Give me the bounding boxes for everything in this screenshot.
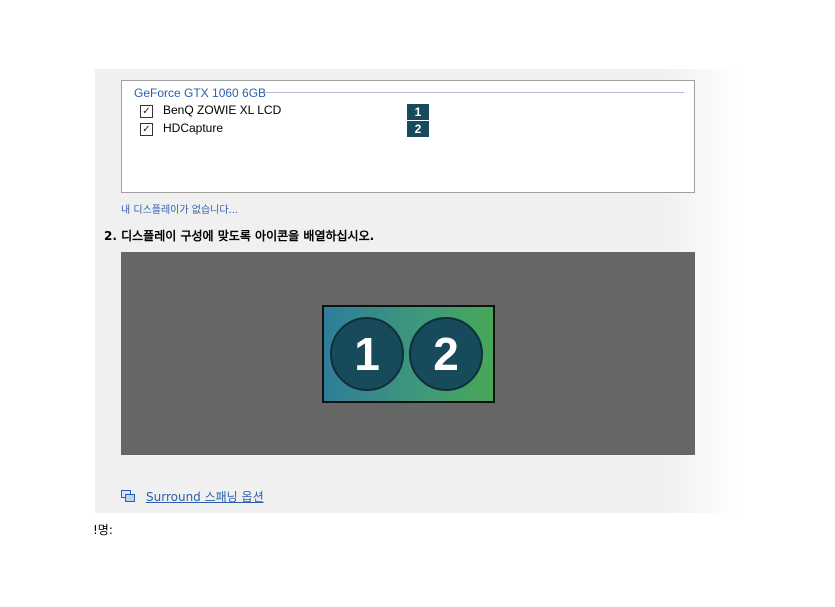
gpu-group-title: GeForce GTX 1060 6GB	[134, 86, 271, 100]
monitor-icon-1[interactable]: 1	[330, 317, 404, 391]
display-2-checkbox[interactable]: ✓	[140, 123, 153, 136]
step-2-title: 2. 디스플레이 구성에 맞도록 아이콘을 배열하십시오.	[104, 229, 375, 243]
monitor-icon-2[interactable]: 2	[409, 317, 483, 391]
surround-spanning-link[interactable]: Surround 스패닝 옵션	[121, 487, 321, 505]
missing-display-link[interactable]: 내 디스플레이가 없습니다...	[121, 201, 238, 216]
display-arrangement-canvas[interactable]: 1 2	[121, 252, 695, 455]
display-2-number-badge: 2	[407, 121, 429, 137]
surround-span-icon	[121, 490, 135, 502]
display-1-checkbox[interactable]: ✓	[140, 105, 153, 118]
display-row-2[interactable]: ✓ HDCapture	[140, 121, 430, 139]
monitor-group[interactable]: 1 2	[322, 305, 495, 403]
gpu-display-group: GeForce GTX 1060 6GB ✓ BenQ ZOWIE XL LCD…	[121, 80, 695, 193]
description-label: !명:	[93, 523, 113, 537]
display-row-1[interactable]: ✓ BenQ ZOWIE XL LCD	[140, 103, 430, 121]
display-1-number-badge: 1	[407, 104, 429, 120]
surround-spanning-label[interactable]: Surround 스패닝 옵션	[146, 488, 264, 505]
group-divider	[264, 92, 684, 93]
display-1-name: BenQ ZOWIE XL LCD	[163, 103, 282, 117]
display-2-name: HDCapture	[163, 121, 224, 135]
